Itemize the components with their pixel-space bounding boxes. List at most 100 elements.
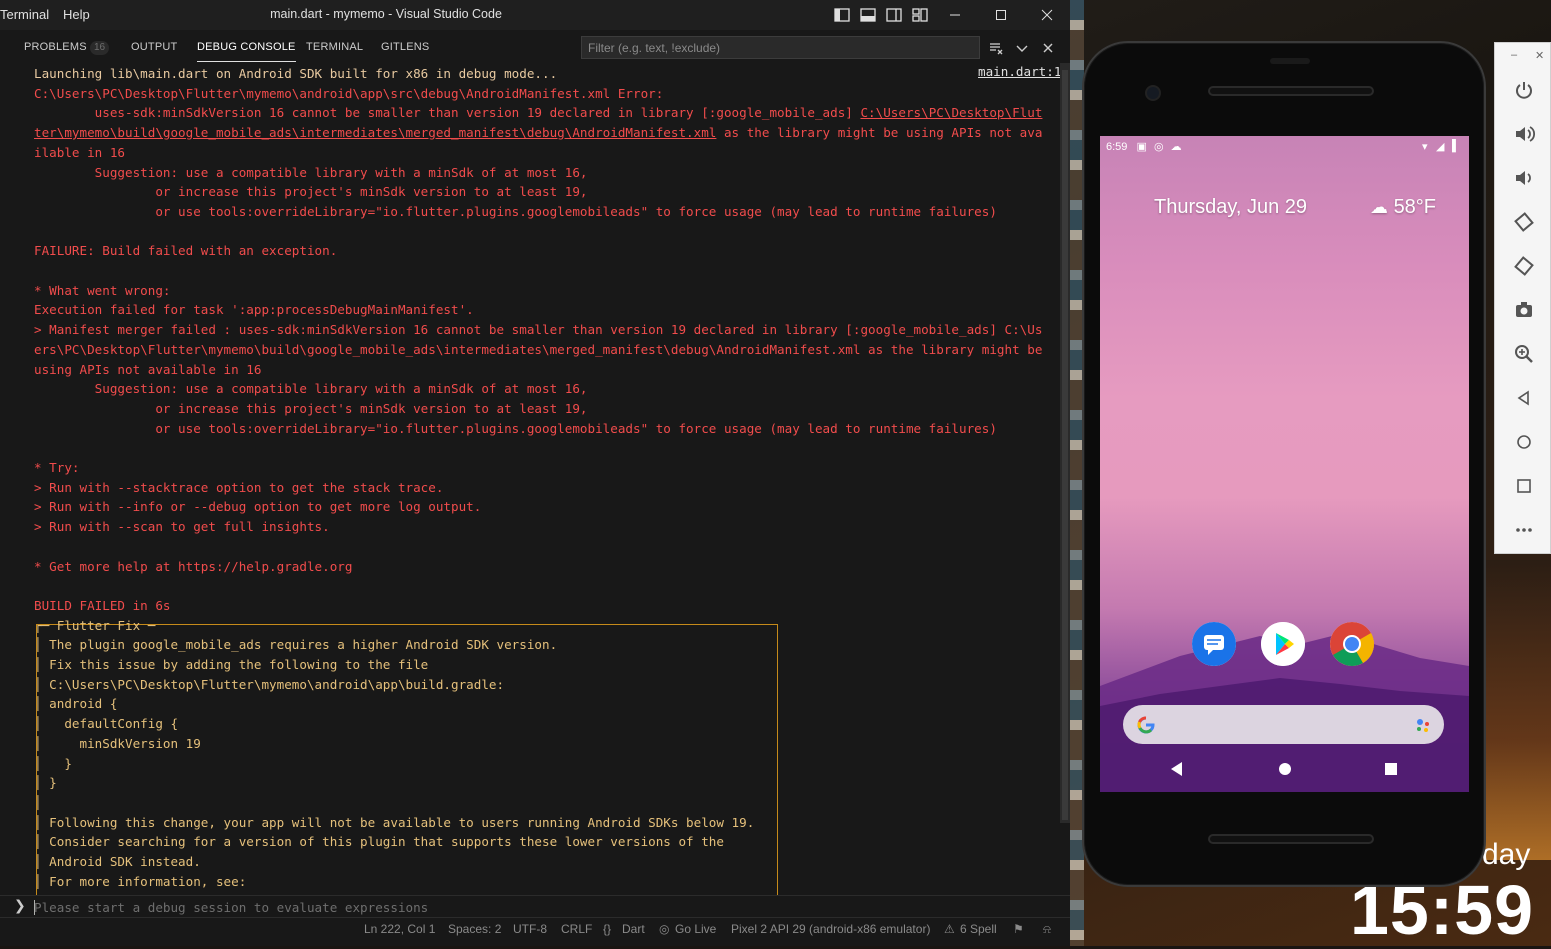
status-eol[interactable]: CRLF — [561, 922, 592, 936]
console-line: │ Fix this issue by adding the following… — [34, 655, 428, 675]
sync-icon: ◎ — [1153, 141, 1164, 153]
tab-problems[interactable]: PROBLEMS — [24, 41, 87, 53]
bell-icon[interactable]: ⍾ — [1043, 922, 1051, 937]
status-position[interactable]: Ln 222, Col 1 — [364, 922, 435, 936]
maximize-button[interactable] — [978, 0, 1024, 30]
phone-camera — [1145, 85, 1161, 101]
tab-output[interactable]: OUTPUT — [131, 41, 177, 53]
customize-layout-icon[interactable] — [910, 5, 930, 25]
status-bar: Ln 222, Col 1 Spaces: 2 UTF-8 CRLF {} Da… — [0, 917, 1070, 946]
status-indentation[interactable]: Spaces: 2 — [448, 922, 501, 936]
console-line: ilable in 16 — [34, 143, 125, 163]
emulator-screen[interactable]: 6:59 ▣ ◎ ☁ ▾ ◢ ▌ Thursday, Jun 29 ☁ 58°F — [1100, 136, 1469, 792]
console-line-text: ers\PC\Desktop\Flutter\mymemo\build\goog… — [34, 341, 1043, 357]
status-go-live[interactable]: Go Live — [675, 922, 716, 936]
overview-button[interactable] — [1495, 471, 1551, 501]
toggle-primary-sidebar-icon[interactable] — [832, 5, 852, 25]
console-line: * Try: — [34, 458, 80, 478]
tab-gitlens[interactable]: GITLENS — [381, 41, 429, 53]
close-panel-icon[interactable] — [1040, 40, 1056, 56]
chrome-icon — [1330, 622, 1374, 666]
console-filter-input[interactable] — [581, 36, 980, 59]
power-button[interactable] — [1495, 75, 1551, 105]
toggle-panel-icon[interactable] — [858, 5, 878, 25]
console-line-text: │ Consider searching for a version of th… — [34, 834, 724, 850]
lockscreen-date[interactable]: Thursday, Jun 29 — [1154, 196, 1307, 219]
toggle-secondary-sidebar-icon[interactable] — [884, 5, 904, 25]
status-device[interactable]: Pixel 2 API 29 (android-x86 emulator) — [731, 922, 930, 936]
broadcast-icon: ◎ — [659, 922, 670, 936]
rotate-right-button[interactable] — [1495, 251, 1551, 281]
feedback-icon[interactable]: ⚑ — [1013, 922, 1024, 936]
console-line-text: * What went wrong: — [34, 282, 171, 298]
volume-up-button[interactable] — [1495, 119, 1551, 149]
more-button[interactable] — [1495, 515, 1551, 545]
screenshot-button[interactable] — [1495, 295, 1551, 325]
wifi-icon: ▾ — [1422, 141, 1428, 153]
console-line: BUILD FAILED in 6s — [34, 596, 170, 616]
status-language[interactable]: Dart — [622, 922, 645, 936]
lockscreen-weather[interactable]: ☁ 58°F — [1370, 196, 1436, 219]
zoom-button[interactable] — [1495, 339, 1551, 369]
assistant-icon[interactable] — [1413, 715, 1433, 735]
console-line: or increase this project's minSdk versio… — [34, 399, 587, 419]
status-encoding[interactable]: UTF-8 — [513, 922, 547, 936]
google-logo-icon — [1137, 716, 1155, 734]
messages-app-icon[interactable] — [1192, 622, 1236, 666]
chrome-app-icon[interactable] — [1330, 622, 1374, 666]
close-window-button[interactable] — [1024, 0, 1070, 30]
warning-icon: ⚠ — [944, 922, 955, 936]
phone-sensor-slot — [1270, 58, 1310, 64]
console-line-text: > Run with --scan to get full insights. — [34, 519, 330, 535]
console-line-text: │ } — [34, 755, 72, 771]
title-bar: Terminal Help main.dart - mymemo - Visua… — [0, 0, 1070, 30]
console-line: FAILURE: Build failed with an exception. — [34, 241, 337, 261]
window-title: main.dart - mymemo - Visual Studio Code — [270, 7, 502, 21]
console-scroll-thumb[interactable] — [1062, 70, 1068, 820]
console-line: > Manifest merger failed : uses-sdk:minS… — [34, 320, 1042, 340]
tab-debug-console[interactable]: DEBUG CONSOLE — [197, 41, 296, 62]
gallery-icon: ▣ — [1136, 141, 1147, 153]
console-line: Suggestion: use a compatible library wit… — [34, 379, 588, 399]
status-spell[interactable]: 6 Spell — [960, 922, 997, 936]
console-line-text: Launching lib\main.dart on Android SDK b… — [34, 66, 558, 81]
console-line-text: BUILD FAILED in 6s — [34, 597, 171, 613]
volume-down-icon — [1515, 171, 1531, 185]
google-search-bar[interactable] — [1123, 705, 1444, 744]
android-home-icon[interactable] — [1276, 760, 1294, 778]
console-line-text: │ Following this change, your app will n… — [34, 814, 755, 830]
android-back-icon[interactable] — [1168, 760, 1186, 778]
back-button[interactable] — [1495, 383, 1551, 413]
minimize-icon — [950, 14, 960, 16]
console-line: │ The plugin google_mobile_ads requires … — [34, 635, 557, 655]
home-button[interactable] — [1495, 427, 1551, 457]
repl-input[interactable] — [34, 897, 1034, 917]
console-line: Suggestion: use a compatible library wit… — [34, 163, 588, 183]
emulator-close-icon[interactable]: ✕ — [1535, 49, 1544, 62]
console-line-text: * Try: — [34, 460, 80, 475]
debug-console-output: main.dart:1 Launching lib\main.dart on A… — [0, 63, 1060, 895]
console-file-link[interactable]: C:\Users\PC\Desktop\Flut — [860, 105, 1042, 120]
emulator-minimize-icon[interactable]: – — [1511, 49, 1517, 61]
android-overview-icon[interactable] — [1382, 760, 1400, 778]
clear-console-icon[interactable] — [988, 40, 1004, 56]
text-cursor — [34, 900, 35, 915]
source-link[interactable]: main.dart:1 — [978, 64, 1060, 79]
weather-temperature: 58°F — [1393, 196, 1437, 218]
console-line-text: │ minSdkVersion 19 — [34, 735, 201, 751]
console-line: ┌─ Flutter Fix ─ — [34, 616, 155, 636]
tab-terminal[interactable]: TERMINAL — [306, 41, 363, 53]
emulator-toolbar: – ✕ — [1494, 42, 1551, 554]
volume-down-button[interactable] — [1495, 163, 1551, 193]
console-line-text: Execution failed for task ':app:processD… — [34, 302, 474, 318]
minimize-button[interactable] — [932, 0, 978, 30]
console-line-text: │ C:\Users\PC\Desktop\Flutter\mymemo\and… — [34, 676, 505, 692]
console-line: C:\Users\PC\Desktop\Flutter\mymemo\andro… — [34, 84, 663, 104]
chevron-down-icon[interactable] — [1014, 40, 1030, 56]
console-line: Execution failed for task ':app:processD… — [34, 300, 474, 320]
console-line: ers\PC\Desktop\Flutter\mymemo\build\goog… — [34, 340, 1042, 360]
console-file-link[interactable]: ter\mymemo\build\google_mobile_ads\inter… — [34, 125, 716, 140]
rotate-left-button[interactable] — [1495, 207, 1551, 237]
vscode-window: Terminal Help main.dart - mymemo - Visua… — [0, 0, 1070, 946]
play-store-app-icon[interactable] — [1261, 622, 1305, 666]
